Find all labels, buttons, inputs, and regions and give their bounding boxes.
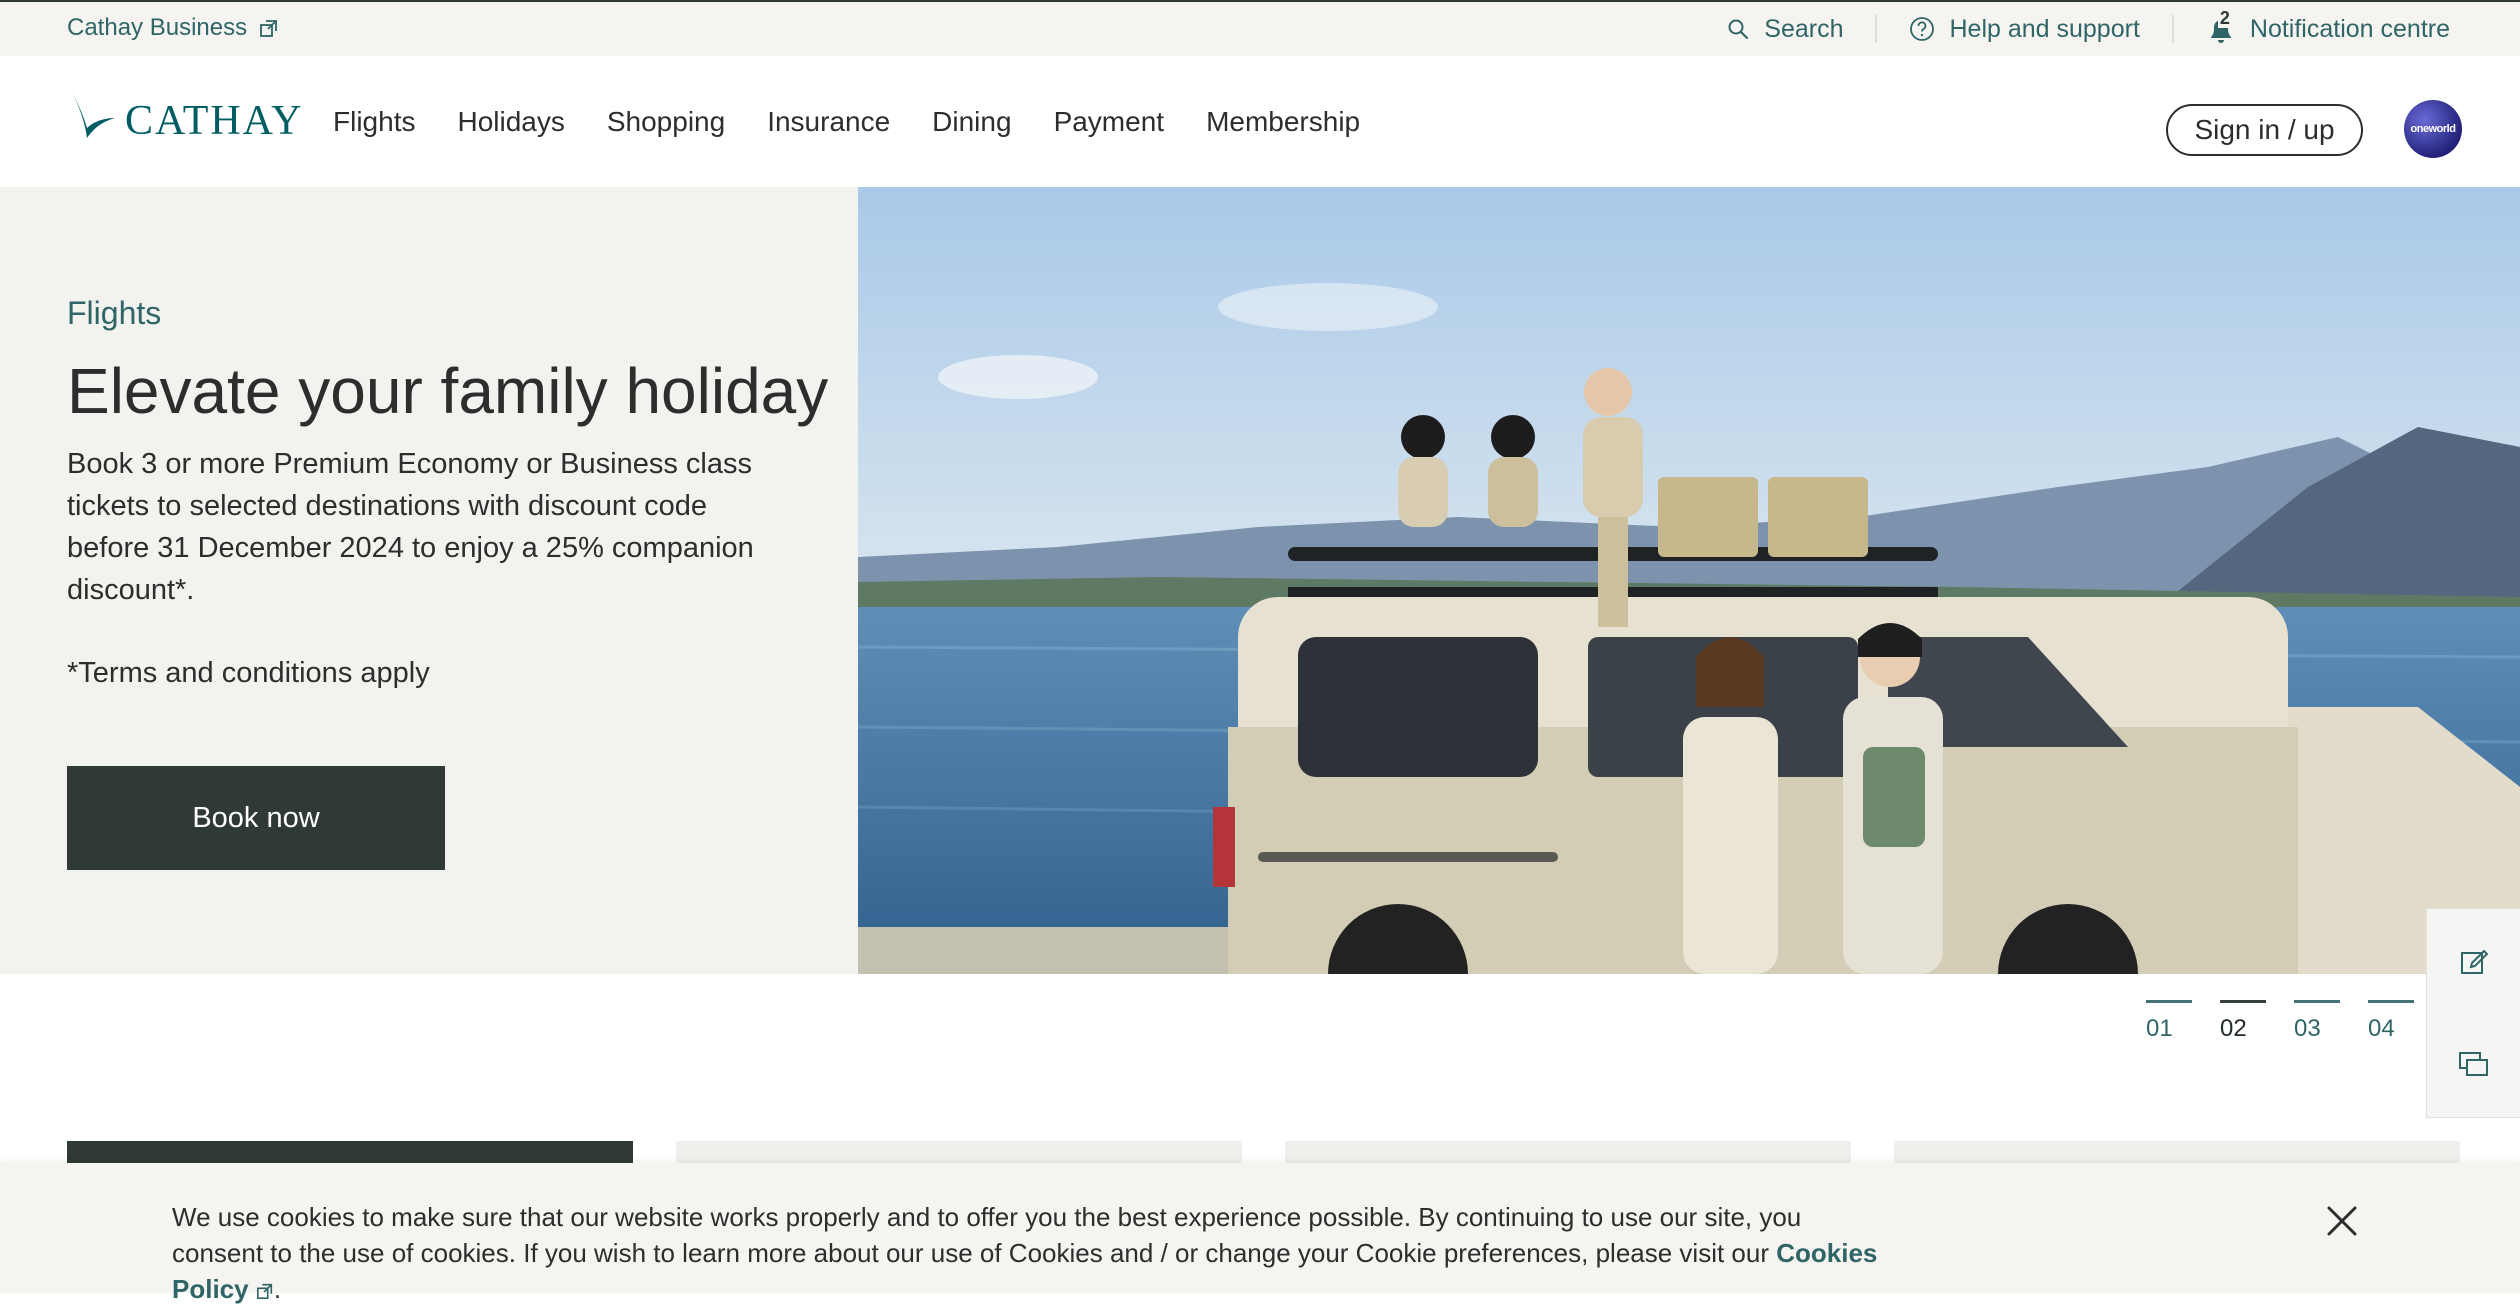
hero-category: Flights [67, 295, 162, 331]
carousel-dot[interactable]: 03 [2294, 1000, 2340, 1043]
help-link[interactable]: Help and support [1877, 15, 2171, 44]
close-icon[interactable] [2324, 1203, 2360, 1239]
oneworld-badge[interactable]: oneworld [2404, 100, 2462, 158]
carousel-dot[interactable]: 04 [2368, 1000, 2414, 1043]
search-label: Search [1764, 14, 1844, 43]
notification-label: Notification centre [2249, 14, 2450, 43]
main-header: CATHAY Flights Holidays Shopping Insuran… [0, 56, 2520, 187]
logo-wordmark: CATHAY [125, 98, 304, 144]
help-label: Help and support [1949, 14, 2140, 43]
utility-bar: Cathay Business Search Help and support [0, 0, 2520, 56]
notification-link[interactable]: 2 Notification centre [2174, 8, 2450, 46]
indicator-number: 03 [2294, 1015, 2321, 1042]
hero-title: Elevate your family holiday [67, 355, 829, 427]
cathay-business-link[interactable]: Cathay Business [67, 14, 279, 42]
indicator-number: 02 [2220, 1015, 2247, 1042]
notification-count-badge: 2 [2217, 8, 2232, 28]
search-icon [1728, 19, 1749, 40]
nav-holidays[interactable]: Holidays [457, 106, 564, 138]
cathay-logo[interactable]: CATHAY [67, 88, 303, 144]
nav-flights[interactable]: Flights [333, 106, 415, 138]
hero-banner: Flights Elevate your family holiday Book… [0, 187, 2520, 974]
edit-feedback-icon [2461, 949, 2489, 974]
cookie-text: We use cookies to make sure that our web… [172, 1202, 1802, 1268]
indicator-bar [2220, 1000, 2266, 1003]
cookie-message: We use cookies to make sure that our web… [172, 1199, 1892, 1307]
chat-button[interactable] [2427, 1013, 2520, 1117]
brushwing-logo-icon [71, 90, 115, 138]
indicator-number: 01 [2146, 1015, 2173, 1042]
help-icon [1910, 17, 1935, 41]
indicator-bar [2294, 1000, 2340, 1003]
cookie-banner: We use cookies to make sure that our web… [0, 1163, 2520, 1304]
cookie-suffix: . [273, 1274, 282, 1304]
external-link-icon [260, 20, 277, 37]
hero-description: Book 3 or more Premium Economy or Busine… [67, 448, 754, 606]
nav-membership[interactable]: Membership [1206, 106, 1360, 138]
carousel-dot-active[interactable]: 02 [2220, 1000, 2266, 1043]
carousel-indicators: 01 02 03 04 [2146, 1000, 2414, 1043]
side-tools [2426, 908, 2520, 1118]
hero-text-panel: Flights Elevate your family holiday Book… [0, 187, 858, 974]
book-now-button[interactable]: Book now [67, 766, 445, 870]
indicator-bar [2368, 1000, 2414, 1003]
search-link[interactable]: Search [1694, 15, 1875, 44]
signin-button[interactable]: Sign in / up [2166, 104, 2363, 156]
nav-dining[interactable]: Dining [932, 106, 1011, 138]
indicator-number: 04 [2368, 1015, 2395, 1042]
family-van-lake-photo [858, 187, 2520, 974]
hero-terms: *Terms and conditions apply [67, 657, 430, 689]
chat-icon [2459, 1052, 2488, 1076]
notification-icon: 2 [2206, 8, 2236, 46]
main-nav: Flights Holidays Shopping Insurance Dini… [333, 56, 1360, 187]
carousel-dot[interactable]: 01 [2146, 1000, 2192, 1043]
nav-shopping[interactable]: Shopping [607, 106, 725, 138]
indicator-bar [2146, 1000, 2192, 1003]
nav-insurance[interactable]: Insurance [767, 106, 890, 138]
cathay-business-label: Cathay Business [67, 14, 248, 41]
nav-payment[interactable]: Payment [1054, 106, 1165, 138]
hero-photo [858, 187, 2520, 974]
external-link-icon [256, 1283, 272, 1300]
feedback-button[interactable] [2427, 909, 2520, 1013]
